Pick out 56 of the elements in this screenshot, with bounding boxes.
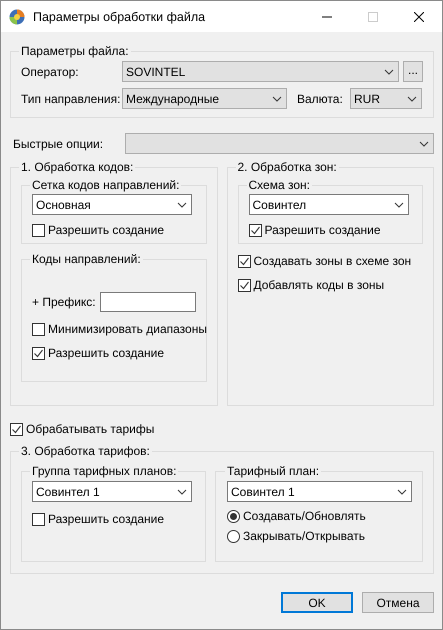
dropdown[interactable]: Международные	[122, 88, 287, 109]
group-title: Тарифный план:	[226, 464, 320, 478]
group-title: Сетка кодов направлений:	[31, 178, 180, 192]
caret-icon	[272, 96, 282, 102]
dropdown[interactable]: Совинтел	[248, 194, 408, 215]
field-label: Быстрые опции:	[13, 136, 104, 150]
checkbox-label: Обрабатывать тарифы	[26, 422, 154, 436]
app-icon	[9, 8, 25, 24]
checkbox[interactable]	[32, 322, 45, 336]
field-label: Оператор:	[21, 64, 80, 78]
window-title: Параметры обработки файла	[33, 10, 206, 24]
checkbox-label: Разрешить создание	[48, 346, 164, 360]
group-title: 1. Обработка кодов:	[20, 160, 134, 174]
group-title: Схема зон:	[248, 178, 311, 192]
caret-icon	[394, 202, 404, 208]
dropdown[interactable]: Совинтел 1	[227, 481, 412, 502]
radio-button[interactable]	[227, 510, 240, 522]
group-title: Параметры файла:	[20, 44, 130, 58]
group-title: 3. Обработка тарифов:	[20, 444, 151, 458]
group-title: Группа тарифных планов:	[31, 464, 178, 478]
field-label: Валюта:	[297, 92, 344, 106]
checkbox[interactable]	[238, 278, 250, 292]
caret-icon	[384, 68, 394, 74]
dropdown[interactable]: Совинтел 1	[32, 481, 192, 502]
group-title: Коды направлений:	[31, 252, 142, 266]
field-label: + Префикс:	[32, 295, 96, 309]
radio-button[interactable]	[227, 530, 240, 542]
dropdown[interactable]: SOVINTEL	[122, 61, 399, 82]
close-icon[interactable]	[414, 12, 424, 22]
checkbox-label: Разрешить создание	[48, 223, 164, 237]
checkbox[interactable]	[238, 254, 250, 268]
checkbox[interactable]	[32, 346, 45, 360]
prefix-input[interactable]	[100, 292, 196, 312]
caret-icon	[397, 488, 407, 494]
radio-label: Закрывать/Открывать	[243, 529, 365, 543]
caret-icon	[177, 488, 187, 494]
checkbox-label: Минимизировать диапазоны	[48, 322, 207, 336]
dropdown[interactable]: Основная	[32, 194, 192, 215]
field-label: Тип направления:	[21, 92, 122, 106]
browse-button[interactable]: ...	[403, 61, 423, 82]
checkbox[interactable]	[32, 224, 45, 236]
checkbox[interactable]	[248, 224, 262, 236]
ok-button[interactable]: OK	[281, 592, 353, 613]
radio-label: Создавать/Обновлять	[243, 509, 366, 523]
dropdown[interactable]: RUR	[350, 88, 422, 109]
caret-icon	[177, 202, 187, 208]
checkbox-label: Добавлять коды в зоны	[254, 278, 384, 292]
checkbox-label: Разрешить создание	[48, 512, 164, 526]
cancel-button[interactable]: Отмена	[362, 592, 434, 613]
caret-icon	[419, 140, 429, 146]
checkbox[interactable]	[10, 422, 23, 436]
checkbox-label: Разрешить создание	[264, 223, 380, 237]
checkbox-label: Создавать зоны в схеме зон	[254, 254, 412, 268]
caret-icon	[407, 96, 417, 102]
group-title: 2. Обработка зон:	[236, 160, 338, 174]
checkbox[interactable]	[32, 512, 45, 526]
